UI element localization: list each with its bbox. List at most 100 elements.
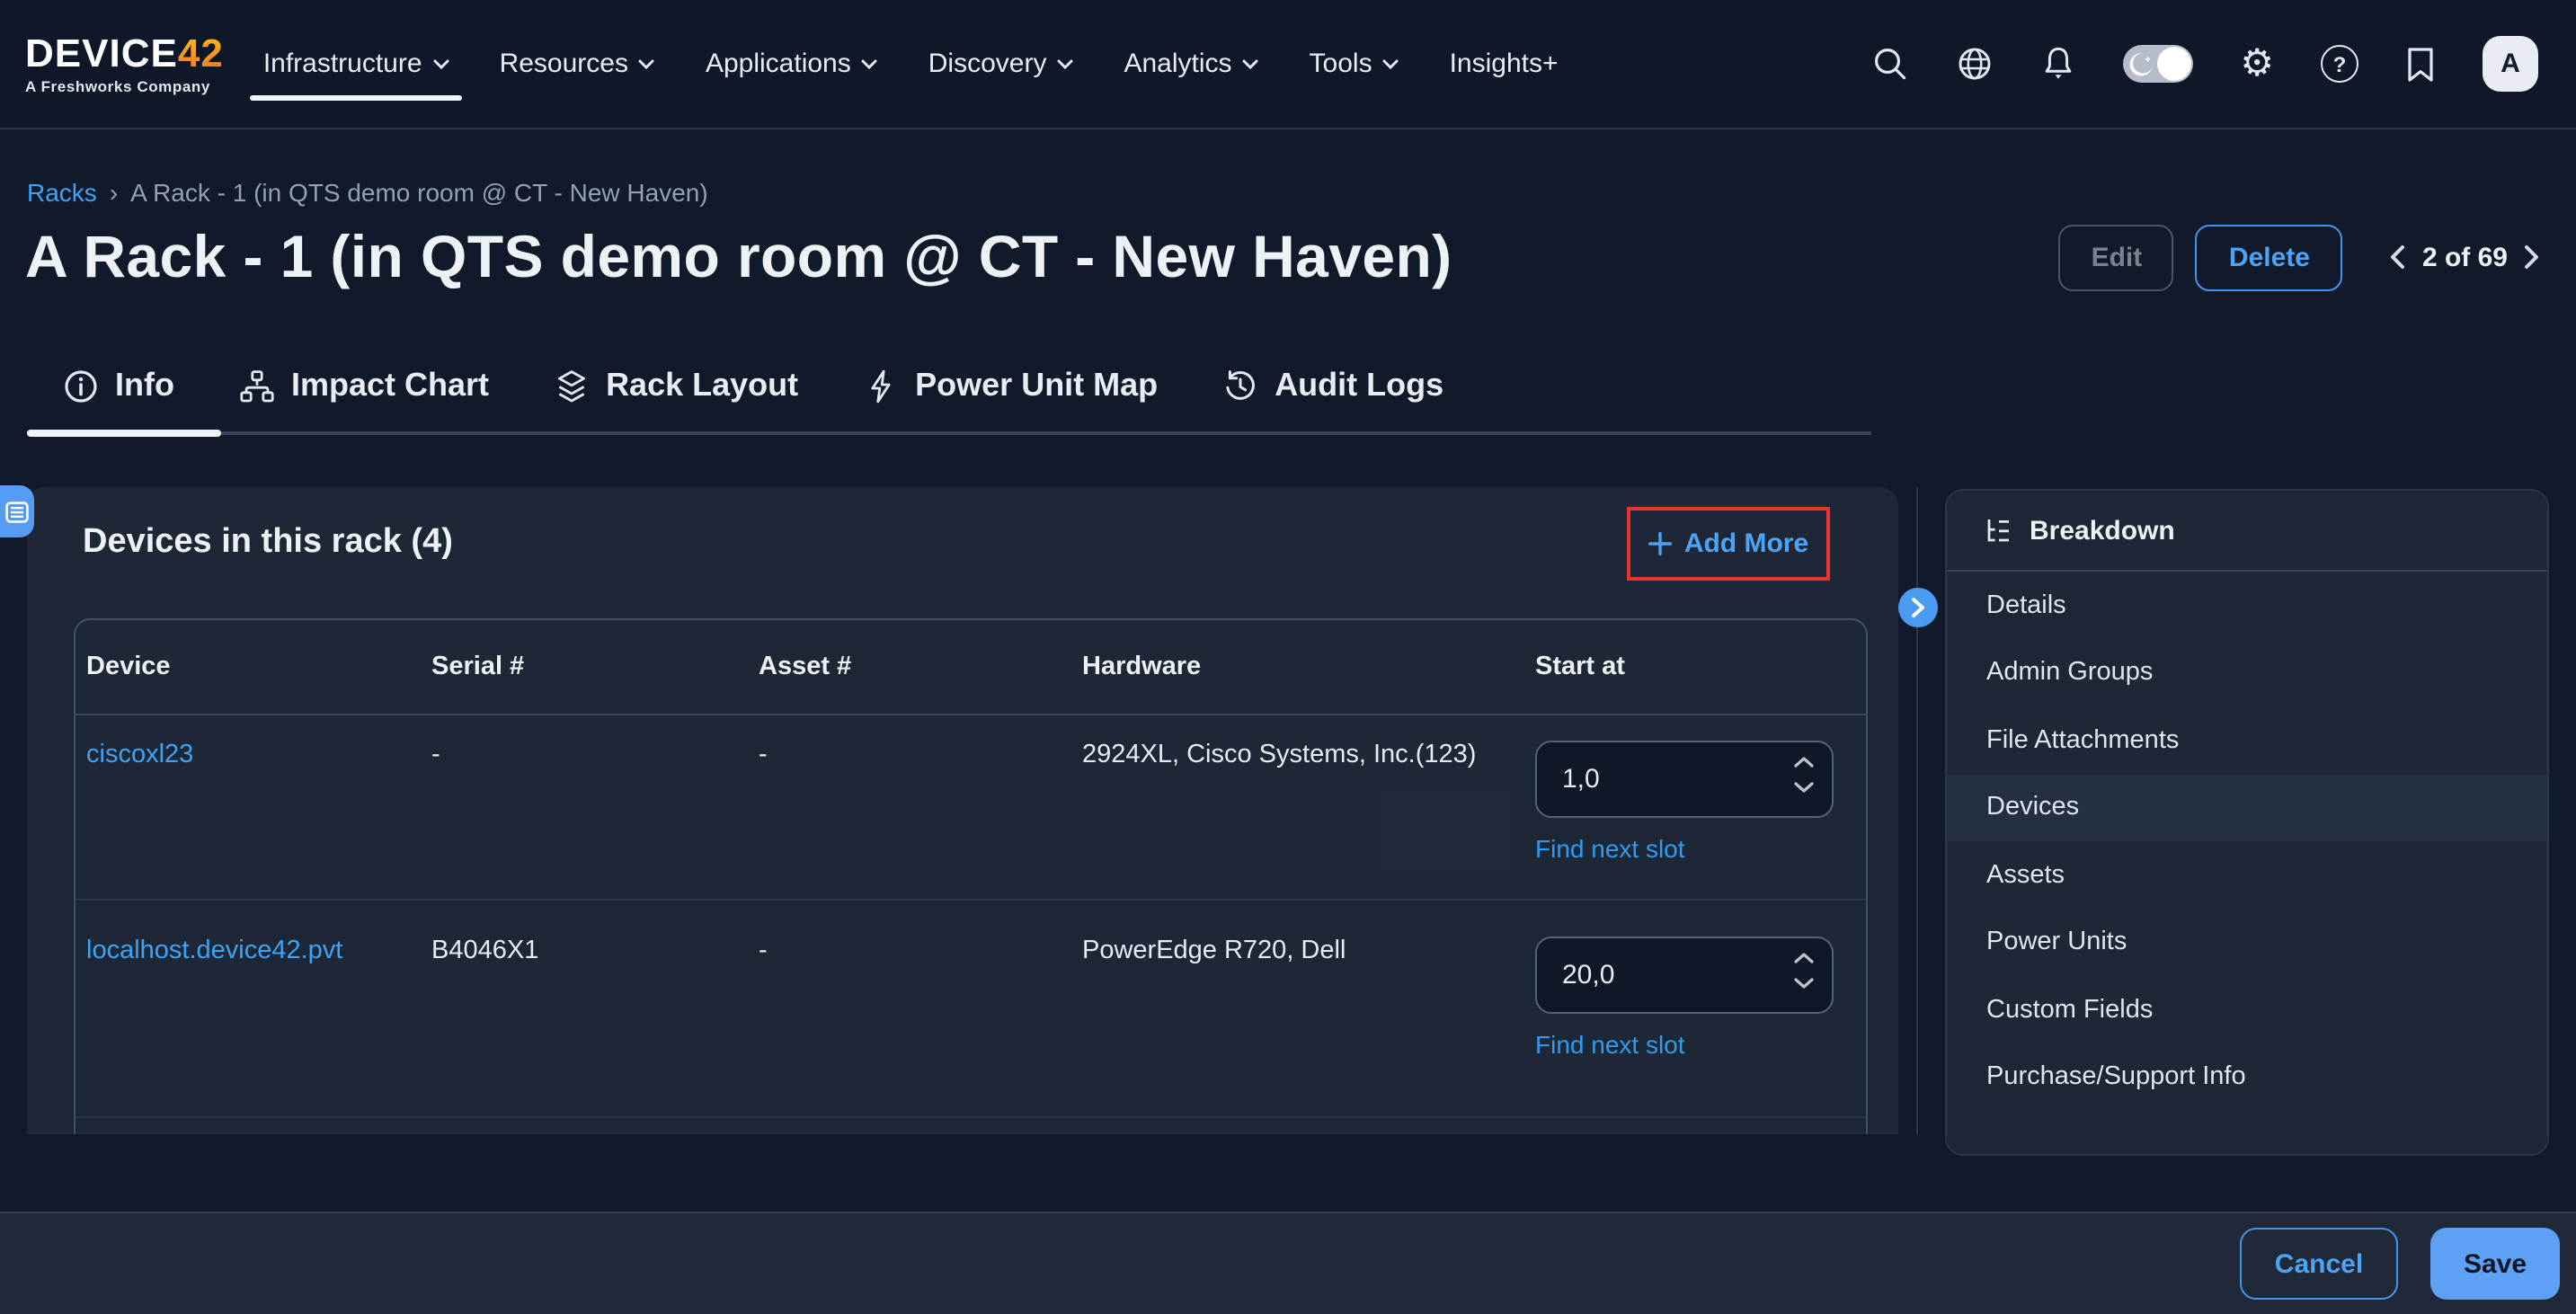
pager-next-icon[interactable] (2524, 244, 2540, 270)
nav-item-applications[interactable]: Applications (706, 0, 878, 128)
devices-panel-title: Devices in this rack (4) (83, 523, 453, 563)
col-serial: Serial # (431, 653, 759, 681)
device-link[interactable]: localhost.device42.pvt (86, 937, 431, 1116)
breadcrumb: Racks › A Rack - 1 (in QTS demo room @ C… (27, 178, 708, 207)
col-hardware: Hardware (1082, 653, 1535, 681)
save-button[interactable]: Save (2430, 1228, 2560, 1300)
side-drawer-handle[interactable] (0, 485, 34, 537)
nav-item-discovery[interactable]: Discovery (928, 0, 1074, 128)
chevron-down-icon (1383, 58, 1399, 69)
nav-item-resources[interactable]: Resources (500, 0, 655, 128)
chevron-down-icon (862, 58, 878, 69)
main-nav: Infrastructure Resources Applications Di… (263, 0, 1559, 128)
hardware-cell: PowerEdge R720, Dell (1082, 937, 1535, 1116)
notifications-bell-icon[interactable] (2040, 45, 2076, 83)
device-link[interactable]: ciscoxl23 (86, 741, 431, 899)
power-bolt-icon (863, 368, 899, 404)
col-start-at: Start at (1535, 653, 1866, 681)
globe-icon[interactable] (1956, 45, 1994, 83)
breakdown-header: Breakdown (1947, 491, 2547, 572)
expand-sidebar-button[interactable] (1898, 588, 1938, 627)
page-title: A Rack - 1 (in QTS demo room @ CT - New … (25, 223, 1452, 291)
asset-cell: - (759, 741, 1082, 899)
spinner-up-icon[interactable] (1794, 953, 1814, 963)
help-icon[interactable] (2321, 45, 2358, 83)
spinner-down-icon[interactable] (1794, 978, 1814, 989)
page-header: A Rack - 1 (in QTS demo room @ CT - New … (25, 223, 2540, 291)
bookmark-icon[interactable] (2405, 46, 2436, 82)
nav-item-insights[interactable]: Insights+ (1450, 0, 1559, 128)
moon-icon (2128, 50, 2155, 77)
breakdown-item-power-units[interactable]: Power Units (1947, 909, 2547, 976)
impact-chart-icon (239, 368, 275, 404)
dark-mode-toggle[interactable] (2123, 45, 2193, 83)
toggle-knob (2157, 47, 2191, 81)
breadcrumb-separator: › (110, 178, 118, 207)
breakdown-item-details[interactable]: Details (1947, 572, 2547, 639)
chevron-right-icon (1911, 597, 1925, 618)
breadcrumb-racks-link[interactable]: Racks (27, 178, 97, 207)
spinner-down-icon[interactable] (1794, 782, 1814, 793)
breakdown-item-file-attachments[interactable]: File Attachments (1947, 706, 2547, 774)
breakdown-item-devices[interactable]: Devices (1947, 774, 2547, 841)
breakdown-item-custom-fields[interactable]: Custom Fields (1947, 976, 2547, 1043)
spinner-up-icon[interactable] (1794, 757, 1814, 768)
brand-accent: 42 (178, 31, 224, 75)
start-at-value: 20,0 (1562, 960, 1614, 990)
add-more-button[interactable]: Add More (1627, 507, 1830, 581)
breakdown-tree-icon (1983, 515, 2013, 546)
chevron-down-icon (1057, 58, 1073, 69)
record-pager: 2 of 69 (2390, 242, 2540, 272)
table-row: ciscoxl23 - - 2924XL, Cisco Systems, Inc… (76, 715, 1866, 901)
brand-logo[interactable]: DEVICE42 A Freshworks Company (25, 34, 224, 94)
serial-cell: - (431, 741, 759, 899)
breakdown-item-assets[interactable]: Assets (1947, 841, 2547, 909)
search-icon[interactable] (1871, 45, 1909, 83)
navbar-actions: A (1871, 36, 2538, 92)
app-root: DEVICE42 A Freshworks Company Infrastruc… (0, 0, 2576, 1314)
rack-layout-icon (554, 368, 590, 404)
start-at-cell: 1,0 Find next slot (1535, 741, 1866, 899)
brand-tagline: A Freshworks Company (25, 79, 224, 94)
detail-tabs: Info Impact Chart Rack Layout Power Unit… (63, 367, 1443, 404)
cancel-button[interactable]: Cancel (2240, 1228, 2398, 1300)
top-navbar: DEVICE42 A Freshworks Company Infrastruc… (0, 0, 2576, 129)
user-avatar[interactable]: A (2483, 36, 2538, 92)
tab-power-unit-map[interactable]: Power Unit Map (863, 367, 1158, 404)
find-next-slot-link[interactable]: Find next slot (1535, 834, 1685, 863)
serial-cell: B4046X1 (431, 937, 759, 1116)
list-icon (5, 501, 29, 522)
col-device: Device (86, 653, 431, 681)
edit-button[interactable]: Edit (2059, 224, 2174, 290)
breakdown-title: Breakdown (2030, 515, 2175, 546)
pager-prev-icon[interactable] (2390, 244, 2406, 270)
tab-underline-track (27, 431, 1871, 435)
delete-button[interactable]: Delete (2196, 224, 2343, 290)
tab-rack-layout[interactable]: Rack Layout (554, 367, 798, 404)
tab-audit-logs[interactable]: Audit Logs (1222, 367, 1443, 404)
nav-item-tools[interactable]: Tools (1310, 0, 1399, 128)
settings-gear-icon[interactable] (2240, 44, 2274, 84)
start-at-value: 1,0 (1562, 764, 1600, 795)
breakdown-item-purchase-support[interactable]: Purchase/Support Info (1947, 1043, 2547, 1111)
brand-name: DEVICE (25, 31, 178, 75)
tab-info[interactable]: Info (63, 367, 174, 404)
chevron-down-icon (639, 58, 655, 69)
devices-panel-header: Devices in this rack (4) Add More (27, 487, 1898, 618)
nav-item-analytics[interactable]: Analytics (1124, 0, 1258, 128)
col-asset: Asset # (759, 653, 1082, 681)
nav-item-infrastructure[interactable]: Infrastructure (263, 0, 449, 128)
start-at-cell: 20,0 Find next slot (1535, 937, 1866, 1116)
start-at-input[interactable]: 20,0 (1535, 937, 1834, 1014)
breakdown-item-admin-groups[interactable]: Admin Groups (1947, 639, 2547, 706)
asset-cell: - (759, 937, 1082, 1116)
breadcrumb-current: A Rack - 1 (in QTS demo room @ CT - New … (130, 178, 708, 207)
audit-history-icon (1222, 368, 1258, 404)
chevron-down-icon (1243, 58, 1259, 69)
pager-text: 2 of 69 (2422, 242, 2508, 272)
start-at-input[interactable]: 1,0 (1535, 741, 1834, 818)
find-next-slot-link[interactable]: Find next slot (1535, 1030, 1685, 1059)
hardware-cell: 2924XL, Cisco Systems, Inc.(123) (1082, 741, 1535, 899)
tab-impact-chart[interactable]: Impact Chart (239, 367, 489, 404)
spinner-buttons (1794, 953, 1814, 989)
